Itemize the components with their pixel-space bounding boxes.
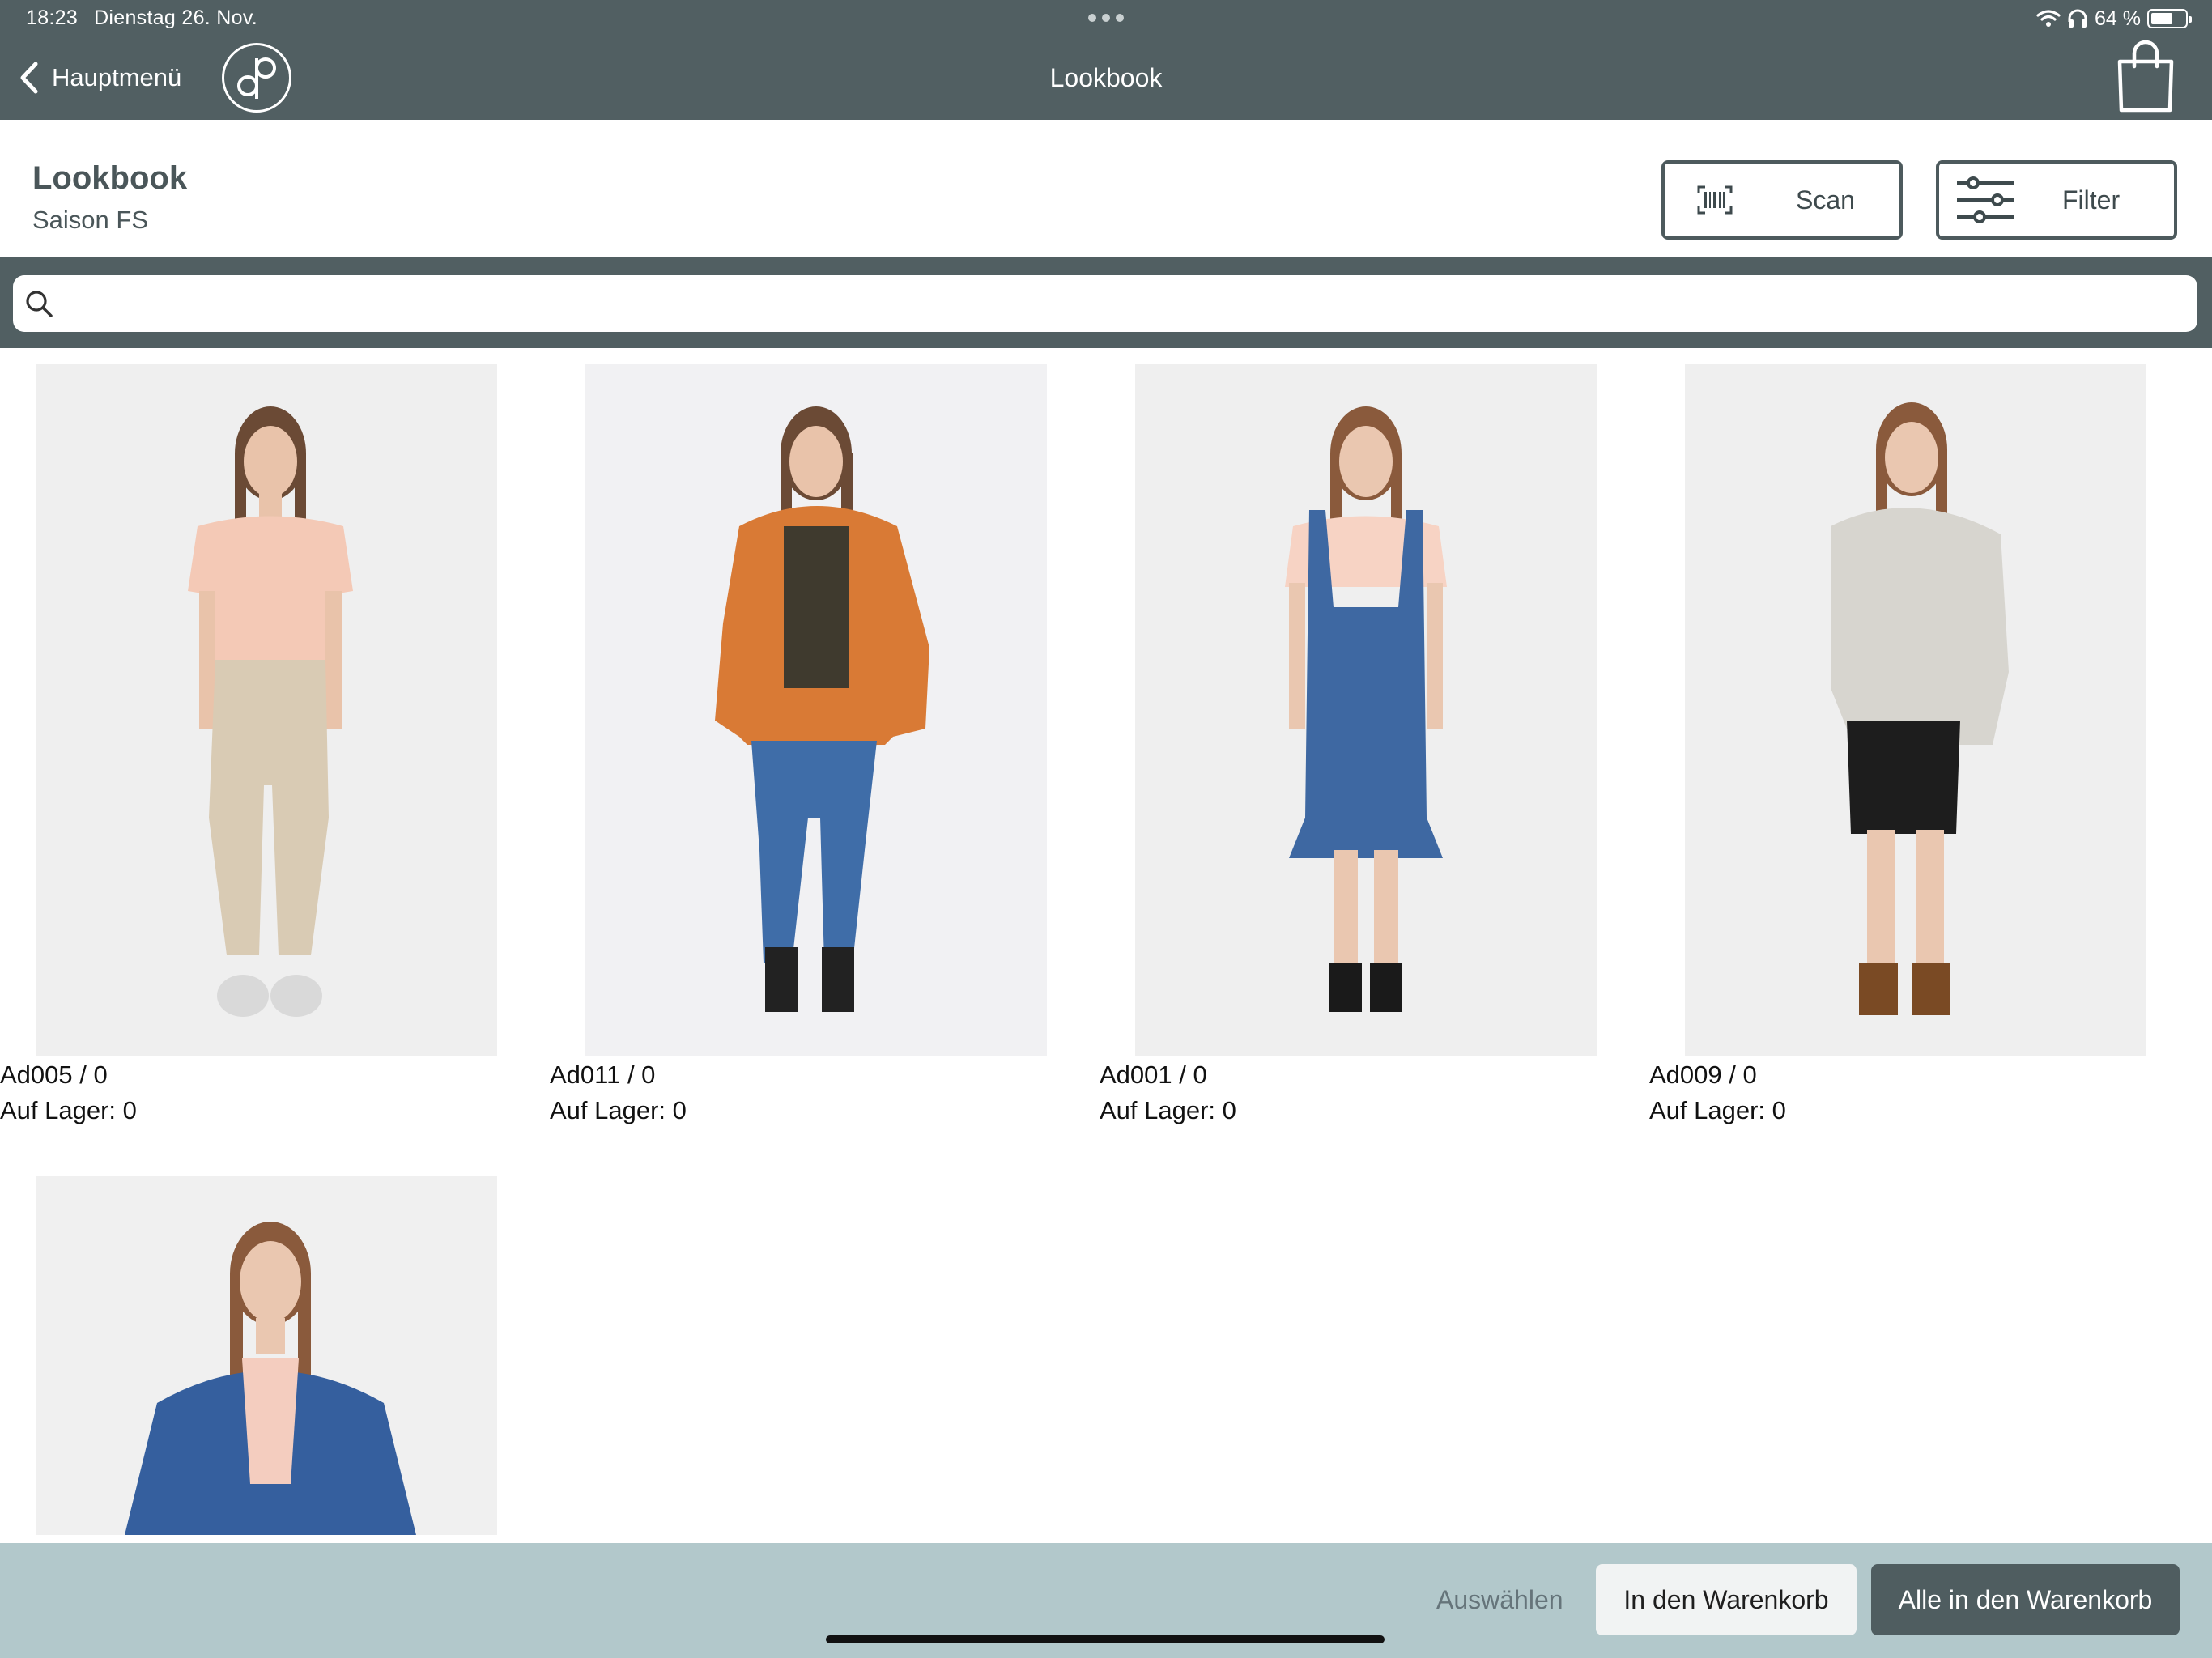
product-caption: Ad009 / 0 Auf Lager: 0 [1649, 1057, 1786, 1129]
back-label: Hauptmenü [52, 63, 182, 91]
model-image [1135, 364, 1597, 1056]
product-photo [36, 1176, 497, 1535]
battery-icon [2147, 9, 2192, 28]
model-image [36, 364, 497, 1056]
product-photo [585, 364, 1047, 1056]
product-stock: Auf Lager: 0 [0, 1096, 137, 1124]
multitasking-dots-icon[interactable] [1088, 14, 1124, 22]
product-photo [1135, 364, 1597, 1056]
product-caption: Ad005 / 0 Auf Lager: 0 [0, 1057, 137, 1129]
shopping-bag-icon[interactable] [2115, 40, 2176, 115]
search-bar [0, 257, 2212, 348]
add-to-cart-button[interactable]: In den Warenkorb [1596, 1564, 1857, 1635]
product-code: Ad011 / 0 [550, 1061, 656, 1089]
app-logo-icon[interactable] [222, 43, 291, 113]
product-caption: Ad001 / 0 Auf Lager: 0 [1100, 1057, 1236, 1129]
top-bar: 18:23 Dienstag 26. Nov. 64 % Hauptmenü L… [0, 0, 2212, 120]
model-image [1685, 364, 2146, 1056]
product-stock: Auf Lager: 0 [550, 1096, 687, 1124]
product-code: Ad009 / 0 [1649, 1061, 1757, 1089]
back-button[interactable]: Hauptmenü [18, 58, 181, 97]
scan-label: Scan [1796, 185, 1855, 215]
filter-button[interactable]: Filter [1936, 160, 2177, 240]
page-title: Lookbook [32, 160, 188, 196]
product-grid: Ad005 / 0 Auf Lager: 0 Ad011 / 0 Auf Lag… [0, 348, 2212, 1543]
headphones-icon [2068, 9, 2087, 28]
nav-title: Lookbook [1049, 63, 1163, 92]
page-subtitle: Saison FS [32, 206, 149, 234]
search-field[interactable] [13, 275, 2197, 332]
product-stock: Auf Lager: 0 [1649, 1096, 1786, 1124]
product-photo [36, 364, 497, 1056]
filter-label: Filter [2062, 185, 2121, 215]
status-indicators: 64 % [2036, 5, 2192, 32]
battery-percent: 64 % [2095, 6, 2141, 30]
wifi-icon [2036, 10, 2061, 27]
status-date: Dienstag 26. Nov. [94, 6, 258, 29]
select-button[interactable]: Auswählen [1436, 1585, 1563, 1615]
chevron-left-icon [20, 62, 38, 94]
model-image [585, 364, 1047, 1056]
product-photo [1685, 364, 2146, 1056]
product-caption: Ad011 / 0 Auf Lager: 0 [550, 1057, 687, 1129]
home-indicator[interactable] [826, 1635, 1385, 1643]
scan-button[interactable]: Scan [1661, 160, 1903, 240]
search-input[interactable] [66, 275, 2172, 332]
search-icon [26, 291, 53, 317]
product-stock: Auf Lager: 0 [1100, 1096, 1236, 1124]
status-time-date: 18:23 Dienstag 26. Nov. [26, 6, 274, 30]
model-image [36, 1176, 497, 1535]
page-header: Lookbook Saison FS Scan Filter [0, 120, 2212, 257]
status-bar: 18:23 Dienstag 26. Nov. 64 % [0, 0, 2212, 37]
product-code: Ad005 / 0 [0, 1061, 108, 1089]
sliders-icon [1957, 176, 2014, 223]
status-time: 18:23 [26, 6, 79, 29]
product-code: Ad001 / 0 [1100, 1061, 1207, 1089]
barcode-scan-icon [1697, 185, 1733, 215]
add-all-to-cart-button[interactable]: Alle in den Warenkorb [1871, 1564, 2180, 1635]
